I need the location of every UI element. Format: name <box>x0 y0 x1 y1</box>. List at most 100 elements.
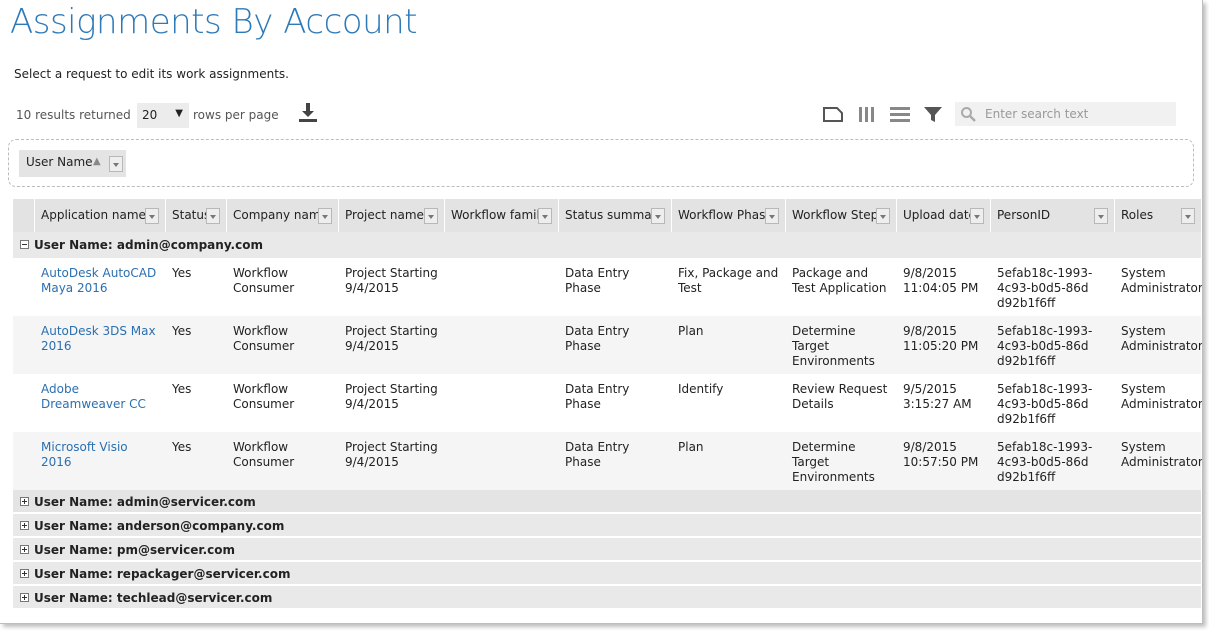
application-link[interactable]: AutoDesk AutoCAD Maya 2016 <box>41 266 156 295</box>
group-row-label: User Name: admin@company.com <box>34 238 263 252</box>
column-header-label: Status <box>172 208 211 222</box>
column-menu-button[interactable] <box>651 208 665 224</box>
group-row[interactable]: User Name: admin@company.com <box>13 232 1201 258</box>
upload-date-cell: 9/5/2015 3:15:27 AM <box>903 382 972 411</box>
status-cell: Yes <box>172 324 192 338</box>
column-header-status[interactable]: Status <box>165 199 226 232</box>
search-input[interactable] <box>983 105 1168 123</box>
workflow-step-cell: Determine Target Environments <box>792 440 875 484</box>
collapse-icon[interactable] <box>20 240 29 249</box>
workflow-step-cell: Review Request Details <box>792 382 888 411</box>
download-icon[interactable] <box>297 101 319 123</box>
column-header-label: Project name <box>345 208 424 222</box>
group-chip-user-name[interactable]: User Name ▲ <box>19 150 126 177</box>
group-row[interactable]: User Name: repackager@servicer.com <box>13 562 1201 586</box>
workflow-step-cell: Determine Target Environments <box>792 324 875 368</box>
expand-icon[interactable] <box>20 545 29 554</box>
rows-per-page-value: 20 <box>142 108 158 122</box>
expand-icon[interactable] <box>20 569 29 578</box>
grid-header: Application name Status Company name Pro… <box>13 199 1201 232</box>
company-cell: Workflow Consumer <box>233 266 295 295</box>
group-row-label: User Name: pm@servicer.com <box>34 543 235 557</box>
group-row-label: User Name: anderson@company.com <box>34 519 285 533</box>
group-row[interactable]: User Name: techlead@servicer.com <box>13 586 1201 610</box>
status-summary-cell: Data Entry Phase <box>565 440 630 469</box>
table-row[interactable]: Adobe Dreamweaver CC Yes Workflow Consum… <box>13 374 1203 432</box>
group-row-label: User Name: repackager@servicer.com <box>34 567 291 581</box>
column-menu-button[interactable] <box>1094 208 1108 224</box>
data-grid: Application name Status Company name Pro… <box>13 199 1203 610</box>
application-link[interactable]: AutoDesk 3DS Max 2016 <box>41 324 156 353</box>
column-header-application-name[interactable]: Application name <box>34 199 165 232</box>
person-id-cell: 5efab18c-1993-4c93-b0d5-86dd92b1f6ff <box>997 382 1093 426</box>
column-menu-button[interactable] <box>424 208 438 224</box>
status-summary-cell: Data Entry Phase <box>565 266 630 295</box>
column-header-upload-date[interactable]: Upload date <box>896 199 990 232</box>
expand-icon[interactable] <box>20 497 29 506</box>
column-header-label: Workflow Step <box>792 208 879 222</box>
column-header-person-id[interactable]: PersonID <box>990 199 1114 232</box>
column-menu-button[interactable] <box>1181 208 1195 224</box>
person-id-cell: 5efab18c-1993-4c93-b0d5-86dd92b1f6ff <box>997 324 1093 368</box>
results-count: 10 results returned <box>16 108 131 122</box>
roles-cell: System Administrator <box>1121 266 1203 295</box>
workflow-phase-cell: Fix, Package and Test <box>678 266 779 295</box>
project-cell: Project Starting 9/4/2015 <box>345 324 438 353</box>
search-icon <box>961 107 976 122</box>
app-window: Assignments By Account Select a request … <box>0 0 1203 624</box>
group-chip-menu-button[interactable] <box>109 156 123 172</box>
column-header-label: Application name <box>41 208 146 222</box>
column-header-label: Roles <box>1121 208 1154 222</box>
column-menu-button[interactable] <box>318 208 332 224</box>
application-link[interactable]: Adobe Dreamweaver CC <box>41 382 146 411</box>
caret-down-icon: ▼ <box>175 108 183 119</box>
table-row[interactable]: Microsoft Visio 2016 Yes Workflow Consum… <box>13 432 1202 490</box>
status-cell: Yes <box>172 440 192 454</box>
column-header-workflow-phase[interactable]: Workflow Phase <box>671 199 785 232</box>
rows-per-page-select[interactable]: 20 ▼ <box>137 103 189 128</box>
roles-cell: System Administrator <box>1121 382 1203 411</box>
column-menu-button[interactable] <box>206 208 220 224</box>
company-cell: Workflow Consumer <box>233 440 295 469</box>
rows-icon[interactable] <box>889 104 911 124</box>
column-menu-button[interactable] <box>538 208 552 224</box>
application-link[interactable]: Microsoft Visio 2016 <box>41 440 128 469</box>
company-cell: Workflow Consumer <box>233 324 295 353</box>
expand-icon[interactable] <box>20 593 29 602</box>
filter-icon[interactable] <box>922 104 944 124</box>
roles-cell: System Administrator <box>1121 324 1203 353</box>
upload-date-cell: 9/8/2015 11:04:05 PM <box>903 266 979 295</box>
sort-ascending-icon[interactable]: ▲ <box>93 156 101 167</box>
person-id-cell: 5efab18c-1993-4c93-b0d5-86dd92b1f6ff <box>997 440 1093 484</box>
person-id-cell: 5efab18c-1993-4c93-b0d5-86dd92b1f6ff <box>997 266 1093 310</box>
table-row[interactable]: AutoDesk AutoCAD Maya 2016 Yes Workflow … <box>13 258 1203 316</box>
group-row[interactable]: User Name: admin@servicer.com <box>13 490 1201 514</box>
table-row[interactable]: AutoDesk 3DS Max 2016 Yes Workflow Consu… <box>13 316 1203 374</box>
column-header-company-name[interactable]: Company name <box>226 199 338 232</box>
instructions-text: Select a request to edit its work assign… <box>14 67 289 81</box>
column-header-project-name[interactable]: Project name <box>338 199 444 232</box>
workflow-phase-cell: Identify <box>678 382 724 396</box>
column-header-label: Status summary <box>565 208 664 222</box>
search-box <box>955 102 1176 126</box>
column-menu-button[interactable] <box>876 208 890 224</box>
column-menu-button[interactable] <box>145 208 159 224</box>
column-header-workflow-family[interactable]: Workflow family <box>444 199 558 232</box>
column-header-label: Workflow Phase <box>678 208 773 222</box>
workflow-phase-cell: Plan <box>678 440 704 454</box>
column-header-workflow-step[interactable]: Workflow Step <box>785 199 896 232</box>
column-menu-button[interactable] <box>970 208 984 224</box>
expand-icon[interactable] <box>20 521 29 530</box>
rows-per-page-label: rows per page <box>193 108 279 122</box>
group-row[interactable]: User Name: pm@servicer.com <box>13 538 1201 562</box>
columns-icon[interactable] <box>856 104 878 124</box>
layout-icon[interactable] <box>822 104 844 124</box>
column-header-roles[interactable]: Roles <box>1114 199 1201 232</box>
column-header-label: Company name <box>233 208 328 222</box>
column-header-label: Workflow family <box>451 208 547 222</box>
status-cell: Yes <box>172 382 192 396</box>
group-row[interactable]: User Name: anderson@company.com <box>13 514 1201 538</box>
group-by-panel: User Name ▲ <box>8 139 1194 187</box>
column-header-status-summary[interactable]: Status summary <box>558 199 671 232</box>
column-menu-button[interactable] <box>765 208 779 224</box>
